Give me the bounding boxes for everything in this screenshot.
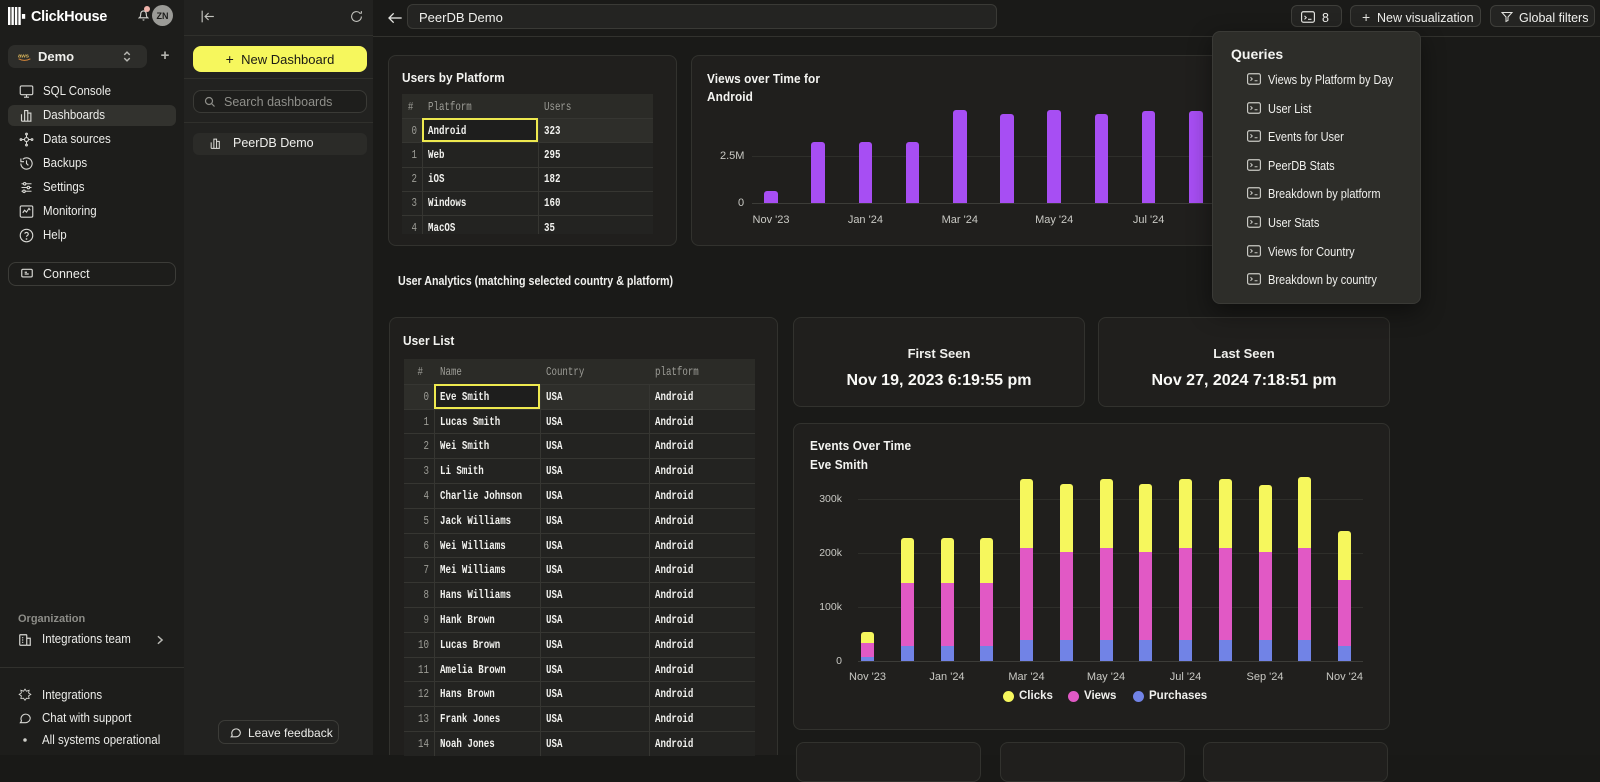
svg-text:aws: aws [18,53,30,59]
